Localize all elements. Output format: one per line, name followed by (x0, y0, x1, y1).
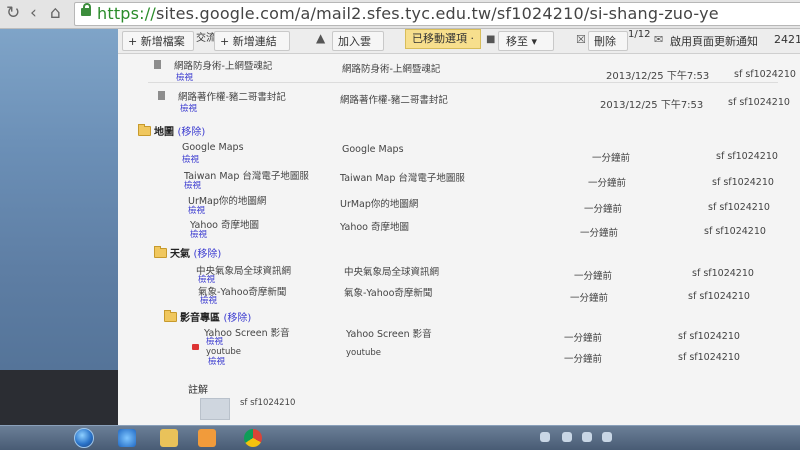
file-date: 2013/12/25 下午7:53 (606, 71, 710, 82)
item-owner: sf sf1024210 (692, 268, 754, 279)
reload-icon[interactable]: ↻ (6, 3, 20, 23)
item-owner: sf sf1024210 (716, 151, 778, 162)
url-text: https://sites.google.com/a/mail2.sfes.ty… (97, 4, 719, 23)
remove-link[interactable]: (移除) (223, 313, 251, 324)
item-description: Taiwan Map 台灣電子地圖服 (340, 173, 465, 184)
partial-number: 2421 (774, 33, 800, 46)
comments-heading: 註解 (188, 385, 208, 396)
back-icon[interactable]: ‹ (30, 3, 37, 23)
view-link[interactable]: 檢視 (182, 153, 199, 165)
browser-window: ↻ ‹ ⌂ https://sites.google.com/a/mail2.s… (0, 0, 800, 450)
file-icon (158, 91, 165, 100)
section-title-text: 地圖 (154, 127, 174, 138)
exchange-label: 交流 (196, 33, 216, 44)
section-title-text: 影音專區 (180, 313, 220, 324)
item-owner: sf sf1024210 (708, 202, 770, 213)
url-rest: sites.google.com/a/mail2.sfes.tyc.edu.tw… (155, 4, 719, 23)
view-link[interactable]: 檢視 (180, 102, 197, 114)
partial-date-label: 1/12 (628, 29, 651, 40)
item-description: youtube (346, 348, 381, 358)
item-description: Yahoo 奇摩地圖 (340, 222, 409, 233)
url-scheme: https:// (97, 4, 156, 23)
avatar (200, 398, 230, 420)
home-icon[interactable]: ⌂ (50, 3, 61, 23)
url-field[interactable]: https://sites.google.com/a/mail2.sfes.ty… (74, 2, 800, 26)
item-time: 一分鐘前 (580, 228, 619, 239)
remove-link[interactable]: (移除) (193, 249, 221, 260)
item-time: 一分鐘前 (574, 271, 613, 282)
item-name[interactable]: Taiwan Map 台灣電子地圖服 (184, 168, 309, 182)
item-owner: sf sf1024210 (678, 331, 740, 342)
view-link[interactable]: 檢視 (190, 228, 207, 240)
moved-notice: 已移動選項 · (405, 29, 481, 49)
item-description: Google Maps (342, 144, 404, 155)
comment-author: sf sf1024210 (240, 398, 296, 408)
view-link[interactable]: 檢視 (206, 335, 223, 347)
file-description: 網路防身術-上網暨魂記 (342, 64, 441, 75)
file-owner: sf sf1024210 (728, 97, 790, 108)
row-divider (148, 82, 778, 83)
drive-icon: ▲ (316, 31, 326, 45)
folder-move-icon: ■ (486, 34, 496, 45)
file-cabinet-page: + 新增檔案 交流 + 新增連結 ▲ 加入雲 已移動選項 · ■ 移至 ▾ ☒ … (118, 29, 800, 430)
item-description: 氣象-Yahoo奇摩新聞 (344, 288, 433, 299)
start-button[interactable] (66, 426, 96, 450)
view-link[interactable]: 檢視 (188, 204, 205, 216)
frame-bottom (0, 370, 118, 430)
internet-explorer-icon[interactable] (118, 429, 136, 447)
media-player-icon[interactable] (198, 429, 216, 447)
add-link-label: + 新增連結 (220, 35, 277, 48)
lock-icon (81, 3, 91, 16)
section-title: 天氣 (移除) (170, 245, 221, 260)
tray-icon[interactable] (562, 432, 572, 442)
item-time: 一分鐘前 (588, 178, 627, 189)
item-time: 一分鐘前 (564, 333, 603, 344)
tray-icon[interactable] (602, 432, 612, 442)
item-description: UrMap你的地圖網 (340, 199, 419, 210)
file-date: 2013/12/25 下午7:53 (600, 100, 704, 111)
address-bar: ↻ ‹ ⌂ https://sites.google.com/a/mail2.s… (0, 0, 800, 29)
remove-link[interactable]: (移除) (177, 127, 205, 138)
view-link[interactable]: 檢視 (184, 179, 201, 191)
file-explorer-icon[interactable] (160, 429, 178, 447)
tray-icon[interactable] (540, 432, 550, 442)
folder-icon (154, 246, 167, 258)
item-time: 一分鐘前 (584, 204, 623, 215)
youtube-icon (192, 344, 199, 350)
file-name[interactable]: 網路防身術-上網暨魂記 (174, 58, 272, 72)
notify-label[interactable]: 啟用頁面更新通知 (670, 33, 758, 49)
item-time: 一分鐘前 (564, 354, 603, 365)
view-link[interactable]: 檢視 (200, 294, 217, 306)
item-time: 一分鐘前 (592, 153, 631, 164)
file-cabinet-toolbar: + 新增檔案 交流 + 新增連結 ▲ 加入雲 已移動選項 · ■ 移至 ▾ ☒ … (118, 29, 800, 54)
item-owner: sf sf1024210 (712, 177, 774, 188)
section-title-text: 天氣 (170, 249, 190, 260)
delete-label: 刪除 (594, 35, 616, 48)
file-icon (154, 60, 161, 69)
item-owner: sf sf1024210 (704, 226, 766, 237)
tray-icon[interactable] (582, 432, 592, 442)
item-name[interactable]: Google Maps (182, 142, 244, 153)
item-description: Yahoo Screen 影音 (346, 329, 432, 340)
section-title: 地圖 (移除) (154, 123, 205, 138)
section-title: 影音專區 (移除) (180, 309, 251, 324)
taskbar (0, 425, 800, 450)
file-description: 網路著作權-豬二哥書封記 (340, 95, 448, 106)
folder-icon (164, 310, 177, 322)
folder-icon (138, 124, 151, 136)
chrome-icon[interactable] (244, 429, 262, 447)
add-file-label: + 新增檔案 (128, 35, 185, 48)
windows-logo-icon (74, 428, 94, 448)
mail-icon: ✉ (654, 33, 664, 46)
item-description: 中央氣象局全球資訊網 (344, 267, 440, 278)
file-owner: sf sf1024210 (734, 69, 796, 80)
item-time: 一分鐘前 (570, 293, 609, 304)
add-to-drive-label: 加入雲 (338, 35, 371, 48)
move-to-label: 移至 ▾ (506, 35, 538, 48)
item-owner: sf sf1024210 (688, 291, 750, 302)
file-name[interactable]: 網路著作權-豬二哥書封記 (178, 89, 286, 103)
item-owner: sf sf1024210 (678, 352, 740, 363)
trash-icon: ☒ (576, 33, 586, 46)
view-link[interactable]: 檢視 (208, 355, 225, 367)
